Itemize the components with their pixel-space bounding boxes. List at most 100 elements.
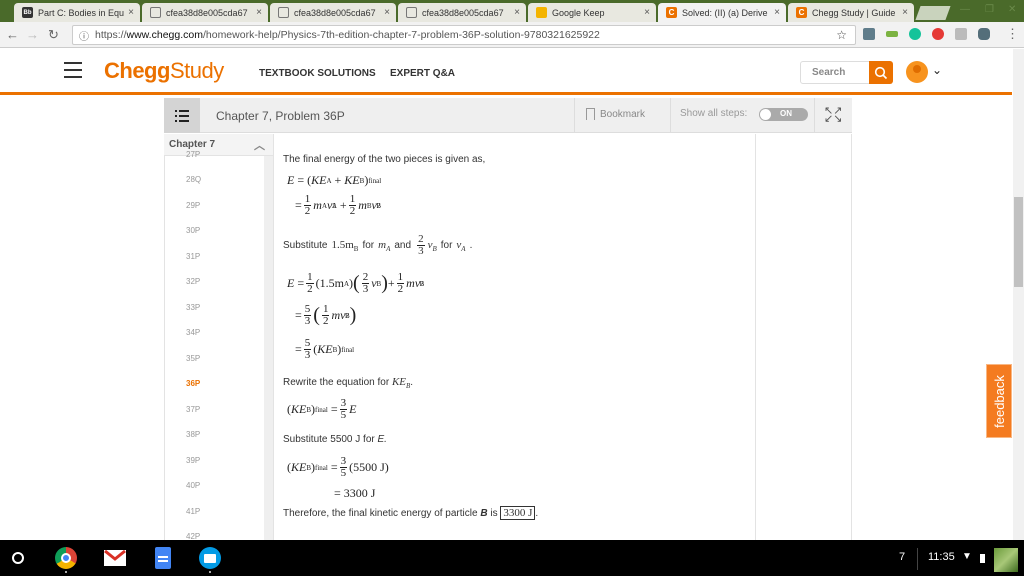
- scrollbar-thumb[interactable]: [1014, 197, 1023, 287]
- chevron-up-icon[interactable]: ︿: [254, 137, 265, 153]
- sidebar-scrollbar[interactable]: [264, 156, 273, 540]
- user-account-avatar[interactable]: [994, 548, 1018, 572]
- sidebar-problem-item[interactable]: 38P: [186, 430, 200, 439]
- page-scrollbar[interactable]: [1013, 49, 1024, 540]
- sidebar-problem-item[interactable]: 29P: [186, 201, 200, 210]
- feedback-label: feedback: [991, 374, 1007, 428]
- expand-fullscreen-icon[interactable]: ↖↗ ↙↘: [824, 106, 842, 125]
- tab-close-icon[interactable]: ×: [902, 7, 908, 18]
- tab-close-icon[interactable]: ×: [514, 7, 520, 18]
- divider: [670, 98, 671, 133]
- extension-icon[interactable]: [955, 28, 967, 40]
- show-all-steps-toggle[interactable]: ON: [759, 108, 808, 121]
- feedback-button[interactable]: feedback: [986, 364, 1012, 438]
- info-icon[interactable]: ⓘ: [79, 28, 89, 43]
- new-tab-button[interactable]: [915, 6, 951, 20]
- nav-expert-qa[interactable]: EXPERT Q&A: [390, 68, 455, 79]
- chevron-down-icon[interactable]: ⌄: [932, 63, 942, 77]
- document-icon: [278, 7, 289, 18]
- chegg-icon: C: [796, 7, 807, 18]
- denominator: 3: [418, 245, 424, 257]
- pocket-icon[interactable]: [978, 28, 990, 40]
- back-icon[interactable]: ←: [6, 27, 19, 42]
- wifi-icon[interactable]: ▼: [962, 551, 972, 562]
- sidebar-problem-item[interactable]: 27P: [186, 150, 200, 159]
- sidebar-problem-item[interactable]: 35P: [186, 354, 200, 363]
- minimize-icon[interactable]: —: [960, 4, 970, 15]
- extension-icon[interactable]: [886, 31, 898, 37]
- url-domain: www.chegg.com: [126, 29, 203, 41]
- files-icon[interactable]: [199, 547, 221, 569]
- chapter-header[interactable]: Chapter 7 ︿: [164, 134, 273, 156]
- search-input[interactable]: Search: [800, 61, 870, 84]
- extension-badge-icon[interactable]: [932, 28, 944, 40]
- math-value: (5500 J): [349, 460, 389, 474]
- document-icon: [150, 7, 161, 18]
- math-value: (1.5m: [315, 276, 344, 290]
- maximize-icon[interactable]: ❐: [985, 4, 994, 15]
- tab-close-icon[interactable]: ×: [774, 7, 780, 18]
- table-of-contents-button[interactable]: [164, 98, 200, 133]
- subscript-final: final: [368, 176, 382, 185]
- text: Substitute: [283, 240, 328, 251]
- chrome-icon[interactable]: [55, 547, 77, 569]
- equation-ke-three-fifths: (KE B) final = 3 5 E: [287, 397, 357, 421]
- sidebar-problem-item[interactable]: 31P: [186, 252, 200, 261]
- browser-tab[interactable]: cfea38d8e005cda67 ×: [270, 3, 396, 22]
- sidebar-problem-item[interactable]: 37P: [186, 405, 200, 414]
- sidebar-problem-item[interactable]: 32P: [186, 277, 200, 286]
- keep-icon: [536, 7, 547, 18]
- sidebar-problem-item[interactable]: 33P: [186, 303, 200, 312]
- grammarly-icon[interactable]: [909, 28, 921, 40]
- chegg-study-logo[interactable]: CheggStudy: [104, 58, 224, 84]
- text: and: [394, 240, 412, 251]
- launcher-icon[interactable]: [12, 552, 24, 564]
- browser-tab[interactable]: Google Keep ×: [528, 3, 656, 22]
- tab-close-icon[interactable]: ×: [384, 7, 390, 18]
- sidebar-problem-item[interactable]: 41P: [186, 507, 200, 516]
- tab-title: Chegg Study | Guide: [812, 7, 896, 18]
- equation-energy-sum: E = (KE A + KE B) final: [287, 173, 382, 187]
- menu-icon[interactable]: ⋮: [1006, 26, 1019, 42]
- sidebar-problem-item[interactable]: 28Q: [186, 175, 201, 184]
- clock[interactable]: 11:35: [928, 551, 955, 563]
- notification-count[interactable]: 7: [899, 551, 905, 563]
- browser-tab[interactable]: cfea38d8e005cda67 ×: [398, 3, 526, 22]
- gmail-icon[interactable]: [104, 549, 126, 566]
- sidebar-problem-item[interactable]: 36P: [186, 379, 200, 388]
- tab-title: Google Keep: [552, 7, 605, 18]
- search-button[interactable]: [869, 61, 893, 84]
- user-avatar[interactable]: [906, 61, 928, 83]
- browser-tab[interactable]: Bb Part C: Bodies in Equ ×: [14, 3, 140, 22]
- reload-icon[interactable]: ↻: [48, 27, 59, 43]
- tab-close-icon[interactable]: ×: [644, 7, 650, 18]
- sidebar-problem-item[interactable]: 39P: [186, 456, 200, 465]
- hamburger-menu-icon[interactable]: [64, 62, 82, 78]
- bookmark-star-icon[interactable]: ☆: [836, 28, 847, 42]
- sidebar-problem-item[interactable]: 40P: [186, 481, 200, 490]
- sidebar-problem-item[interactable]: 42P: [186, 532, 200, 540]
- math-value: 1.5m: [331, 238, 354, 251]
- equation-half-mv: = 1 2 m Av 2 A +1 2 m Bv 2 B: [295, 193, 382, 217]
- forward-icon[interactable]: →: [26, 27, 39, 42]
- bookmark-button[interactable]: Bookmark: [586, 108, 645, 120]
- sidebar-problem-item[interactable]: 34P: [186, 328, 200, 337]
- nav-textbook-solutions[interactable]: TEXTBOOK SOLUTIONS: [259, 68, 376, 79]
- docs-icon[interactable]: [155, 547, 171, 569]
- address-bar[interactable]: ⓘ https://www.chegg.com/homework-help/Ph…: [72, 25, 856, 45]
- divider: [574, 98, 575, 133]
- equation-ke-final: = 5 3(KE B) final: [295, 337, 355, 361]
- browser-tab-active[interactable]: C Solved: (II) (a) Derive ×: [658, 3, 786, 22]
- browser-tab[interactable]: cfea38d8e005cda67 ×: [142, 3, 268, 22]
- keep-extension-icon[interactable]: [863, 28, 875, 40]
- tab-close-icon[interactable]: ×: [256, 7, 262, 18]
- tab-close-icon[interactable]: ×: [128, 7, 134, 18]
- sidebar-problem-item[interactable]: 30P: [186, 226, 200, 235]
- tab-title: cfea38d8e005cda67: [166, 7, 248, 18]
- battery-icon[interactable]: [980, 554, 985, 563]
- problem-title: Chapter 7, Problem 36P: [216, 109, 345, 123]
- close-window-icon[interactable]: ✕: [1008, 4, 1016, 15]
- browser-tab[interactable]: C Chegg Study | Guide ×: [788, 3, 914, 22]
- math-symbol: m: [378, 238, 387, 251]
- os-shelf: 7 11:35 ▼: [0, 540, 1024, 576]
